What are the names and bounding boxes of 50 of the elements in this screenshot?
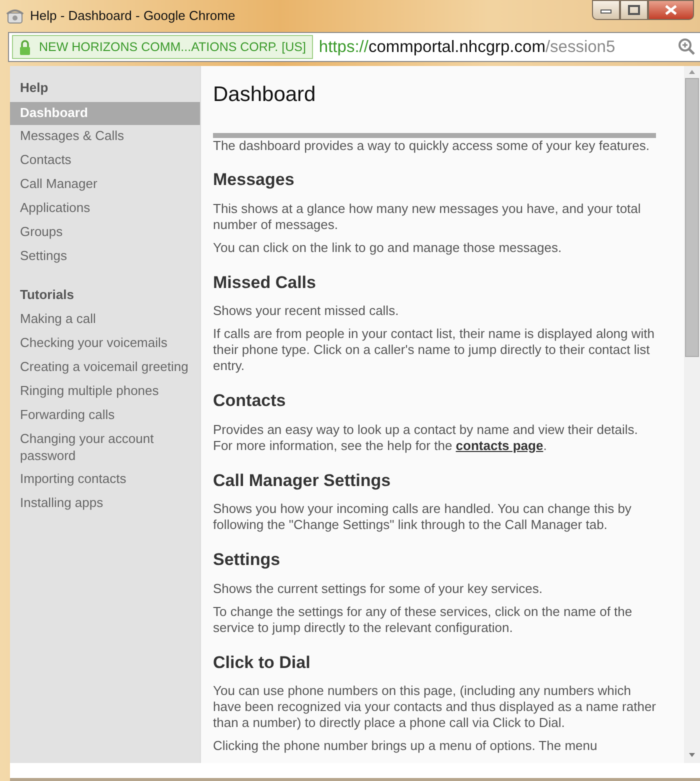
phone-icon xyxy=(6,8,24,24)
page-title: Dashboard xyxy=(213,82,317,108)
section-heading: Click to Dial xyxy=(213,652,312,674)
paragraph: The dashboard provides a way to quickly access some of your key features. xyxy=(213,138,650,154)
sidebar-item[interactable]: Groups xyxy=(10,220,200,245)
paragraph: Clicking the phone number brings up a menu of options. The menu xyxy=(213,738,598,754)
close-button[interactable] xyxy=(648,0,694,20)
paragraph: This shows at a glance how many new messages you have, and your total number of messages. xyxy=(213,200,642,233)
sidebar-item[interactable]: Settings xyxy=(10,244,200,269)
sidebar-item[interactable]: Checking your voicemails xyxy=(10,332,200,356)
sidebar-heading: Tutorials xyxy=(19,286,75,304)
sidebar-item[interactable]: Call Manager xyxy=(10,173,200,198)
sidebar-item[interactable]: Creating a voicemail greeting xyxy=(10,356,200,380)
paragraph: If calls are from people in your contact list, their name is displayed along with their phone type. Click on a caller's name to jump directly to their contact list entry. xyxy=(213,326,656,374)
paragraph: Shows you how your incoming calls are handled. You can change this by following the "Change Settings" link through to the Call Manager tab. xyxy=(213,501,632,534)
sidebar-heading: Help xyxy=(19,79,50,97)
sidebar-item[interactable]: Importing contacts xyxy=(10,468,200,492)
paragraph: You can click on the link to go and manage those messages. xyxy=(213,240,563,256)
paragraph: To change the settings for any of these services, click on the name of the service to jump directly to the relevant configuration. xyxy=(213,604,634,636)
sidebar-item[interactable]: Making a call xyxy=(10,308,200,332)
sidebar-item[interactable]: Messages & Calls xyxy=(10,125,200,150)
sidebar-item[interactable]: Forwarding calls xyxy=(10,404,200,428)
sidebar-item[interactable]: Applications xyxy=(10,197,200,221)
section-heading: Messages xyxy=(213,169,296,192)
sidebar-item[interactable]: Changing your account password xyxy=(10,428,200,468)
minimize-button[interactable] xyxy=(592,0,620,20)
security-badge[interactable]: NEW HORIZONS COMM...ATIONS CORP. [US] xyxy=(12,35,313,59)
window-title: Help - Dashboard - Google Chrome xyxy=(30,7,236,26)
section-heading: Contacts xyxy=(213,390,287,412)
paragraph: Shows your recent missed calls. xyxy=(213,303,400,320)
sidebar-item[interactable]: Dashboard xyxy=(10,102,200,126)
sidebar-item[interactable]: Ringing multiple phones xyxy=(10,380,200,404)
contacts-link[interactable]: contacts page xyxy=(456,438,544,453)
scrollbar[interactable] xyxy=(684,66,700,763)
sidebar-item[interactable]: Installing apps xyxy=(10,492,200,516)
paragraph: Provides an easy way to look up a contact by name and view their details. For more information, see the help for the contacts page. xyxy=(213,422,639,454)
sidebar-item[interactable]: Contacts xyxy=(10,149,200,174)
url-text: https://commportal.nhcgrp.com/session5 xyxy=(318,36,616,58)
address-bar[interactable]: NEW HORIZONS COMM...ATIONS CORP. [US] https://commportal.nhcgrp.com/session5 xyxy=(8,32,700,62)
section-heading: Call Manager Settings xyxy=(213,470,392,492)
paragraph: Shows the current settings for some of your key services. xyxy=(213,580,544,597)
lock-icon xyxy=(19,40,31,54)
security-label: NEW HORIZONS COMM...ATIONS CORP. [US] xyxy=(39,38,306,56)
close-icon xyxy=(665,5,677,15)
paragraph: You can use phone numbers on this page, (including any numbers which have been recognized via your contacts and thus displayed as a name rather than a number) to directly place a phone call via Click to Dial. xyxy=(213,683,656,732)
maximize-button[interactable] xyxy=(620,0,648,20)
zoom-icon[interactable] xyxy=(678,38,696,56)
maximize-icon xyxy=(628,5,640,15)
section-heading: Settings xyxy=(213,549,282,572)
section-heading: Missed Calls xyxy=(213,272,317,294)
